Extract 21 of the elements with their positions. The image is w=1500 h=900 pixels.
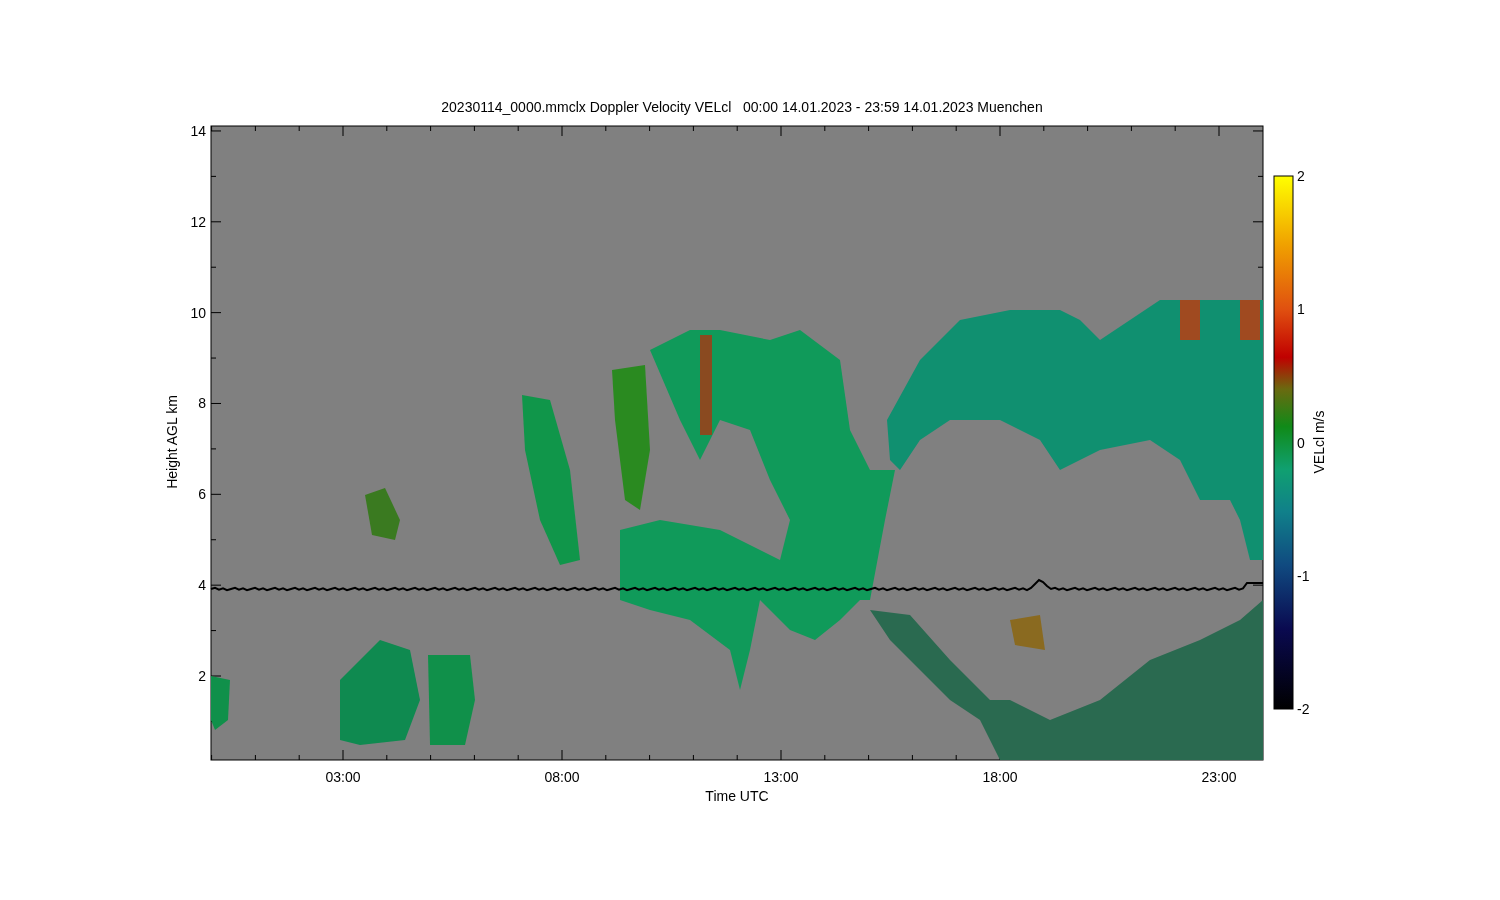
colorbar-tick-label: 0 [1297,434,1305,451]
axis-tick-label: 10 [190,304,206,321]
axis-tick-label: 23:00 [1201,769,1237,785]
colorbar-tick-label: -2 [1297,701,1310,717]
axis-label: Time UTC [705,788,769,804]
axis-tick-label: 14 [190,122,206,139]
axis-tick-label: 18:00 [982,769,1018,785]
axis-tick-label: 2 [198,668,206,684]
colorbar-tick-label: -1 [1297,567,1310,584]
axis-tick-label: 12 [190,213,206,230]
axis-tick-label: 4 [198,577,206,594]
colorbar-tick-label: 1 [1297,301,1305,318]
colorbar-tick-label: 2 [1297,168,1305,184]
chart-title: 20230114_0000.mmclx Doppler Velocity VELcl 00:00 14.01.2023 - 23:59 14.01.2023 Muenchen [441,99,1043,115]
axis-tick-label: 6 [198,486,206,503]
axis-tick-label: 03:00 [325,769,361,785]
axis-tick-label: 08:00 [544,769,580,785]
axis-label: Height AGL km [164,395,180,489]
colorbar-label: VELcl m/s [1311,410,1327,474]
axis-tick-label: 13:00 [763,769,799,785]
axis-tick-label: 8 [198,395,206,412]
